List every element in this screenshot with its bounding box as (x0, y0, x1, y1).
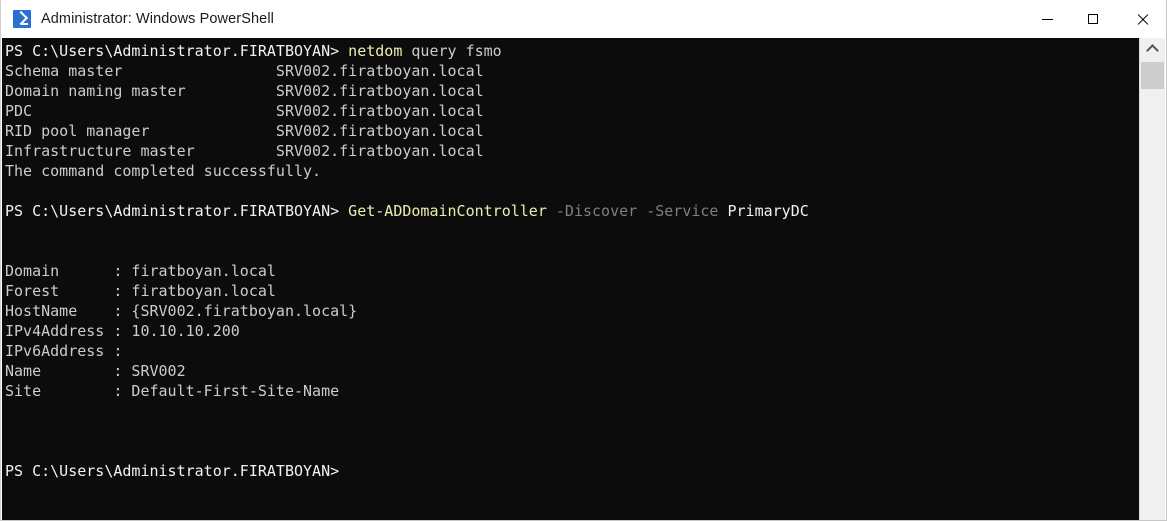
output-text: Name : SRV002 (5, 362, 186, 380)
powershell-icon (13, 10, 31, 28)
console-text: PS C:\Users\Administrator.FIRATBOYAN> ne… (5, 41, 809, 481)
console-output-area[interactable]: PS C:\Users\Administrator.FIRATBOYAN> ne… (2, 38, 1141, 520)
command-parameters: -Discover -Service (546, 202, 719, 220)
maximize-icon (1088, 14, 1098, 24)
console-command-line: PS C:\Users\Administrator.FIRATBOYAN> Ge… (5, 201, 809, 221)
console-output-line: Schema master SRV002.firatboyan.local (5, 61, 809, 81)
command-name: Get-ADDomainController (348, 202, 547, 220)
console-output-line: Infrastructure master SRV002.firatboyan.… (5, 141, 809, 161)
title-bar-left: Administrator: Windows PowerShell (1, 0, 274, 38)
command-arguments: query fsmo (402, 42, 502, 60)
output-text: Site : Default-First-Site-Name (5, 382, 340, 400)
output-text: RID pool manager SRV002.firatboyan.local (5, 122, 484, 140)
output-text: The command completed successfully. (5, 162, 322, 180)
minimize-button[interactable] (1024, 0, 1070, 38)
console-active-prompt: PS C:\Users\Administrator.FIRATBOYAN> (5, 461, 809, 481)
console-scrollbar[interactable] (1139, 38, 1165, 520)
output-text: IPv4Address : 10.10.10.200 (5, 322, 240, 340)
console-output-line: Domain : firatboyan.local (5, 261, 809, 281)
console-line (5, 221, 809, 241)
console-line (5, 401, 809, 421)
command-name: netdom (348, 42, 403, 60)
window-controls (1024, 0, 1166, 38)
console-line (5, 241, 809, 261)
output-text: Infrastructure master SRV002.firatboyan.… (5, 142, 484, 160)
output-text: Schema master SRV002.firatboyan.local (5, 62, 484, 80)
console-line (5, 421, 809, 441)
powershell-window: Administrator: Windows PowerShell PS C:\… (0, 0, 1167, 521)
console-output-line: The command completed successfully. (5, 161, 809, 181)
console-line (5, 441, 809, 461)
output-text: Domain naming master SRV002.firatboyan.l… (5, 82, 484, 100)
console-output-line: HostName : {SRV002.firatboyan.local} (5, 301, 809, 321)
console-line (5, 181, 809, 201)
console-output-line: Domain naming master SRV002.firatboyan.l… (5, 81, 809, 101)
console-output-line: Name : SRV002 (5, 361, 809, 381)
shell-prompt: PS C:\Users\Administrator.FIRATBOYAN> (5, 462, 340, 480)
console-output-line: IPv4Address : 10.10.10.200 (5, 321, 809, 341)
output-text: Forest : firatboyan.local (5, 282, 276, 300)
scrollbar-thumb[interactable] (1141, 62, 1164, 89)
scrollbar-up-button[interactable] (1140, 38, 1165, 60)
title-bar[interactable]: Administrator: Windows PowerShell (1, 0, 1166, 38)
console-output-line: Forest : firatboyan.local (5, 281, 809, 301)
chevron-up-icon (1146, 44, 1159, 57)
shell-prompt: PS C:\Users\Administrator.FIRATBOYAN> (5, 42, 349, 60)
close-button[interactable] (1116, 0, 1166, 38)
command-argument: PrimaryDC (718, 202, 809, 220)
console-output-line: IPv6Address : (5, 341, 809, 361)
console-output-line: Site : Default-First-Site-Name (5, 381, 809, 401)
minimize-icon (1041, 18, 1053, 20)
window-title: Administrator: Windows PowerShell (41, 11, 274, 27)
console-command-line: PS C:\Users\Administrator.FIRATBOYAN> ne… (5, 41, 809, 61)
shell-prompt: PS C:\Users\Administrator.FIRATBOYAN> (5, 202, 349, 220)
console-output-line: PDC SRV002.firatboyan.local (5, 101, 809, 121)
maximize-button[interactable] (1070, 0, 1116, 38)
close-icon (1136, 13, 1149, 26)
console-output-line: RID pool manager SRV002.firatboyan.local (5, 121, 809, 141)
output-text: IPv6Address : (5, 342, 123, 360)
output-text: Domain : firatboyan.local (5, 262, 276, 280)
output-text: PDC SRV002.firatboyan.local (5, 102, 484, 120)
output-text: HostName : {SRV002.firatboyan.local} (5, 302, 358, 320)
